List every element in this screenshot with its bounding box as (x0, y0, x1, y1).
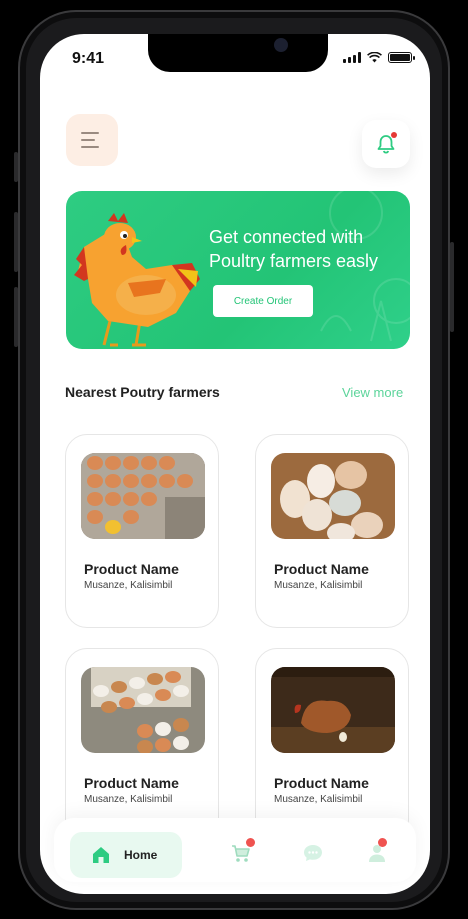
product-location: Musanze, Kalisimbil (274, 794, 363, 805)
home-icon (93, 847, 109, 863)
silent-switch (14, 152, 18, 182)
signal-icon (343, 52, 361, 63)
volume-down-button (14, 287, 18, 347)
cart-badge (246, 838, 255, 847)
menu-button[interactable] (66, 114, 118, 166)
product-card[interactable]: Product Name Musanze, Kalisimbil (255, 648, 409, 842)
bottom-navigation: Home (54, 818, 416, 882)
nav-home-label: Home (124, 848, 158, 862)
eggs-carton-image (81, 667, 205, 753)
eggs-basket-image (271, 453, 395, 539)
product-location: Musanze, Kalisimbil (84, 794, 173, 805)
cartoon-hen-illustration (74, 213, 200, 347)
notification-button[interactable] (362, 120, 410, 168)
view-more-link[interactable]: View more (342, 385, 403, 400)
product-name: Product Name (274, 561, 369, 577)
nav-chat-button[interactable] (302, 842, 328, 868)
chat-icon (304, 845, 322, 861)
nav-profile-button[interactable] (366, 838, 392, 868)
eggs-tray-image (81, 453, 205, 539)
status-bar: 9:41 (40, 34, 430, 82)
status-time: 9:41 (72, 50, 105, 67)
battery-icon (388, 52, 415, 63)
product-card[interactable]: Product Name Musanze, Kalisimbil (255, 434, 409, 628)
profile-badge (378, 838, 387, 847)
app-screen: 9:41 Get connected with Poultry farmers … (40, 34, 430, 894)
status-icons (343, 52, 415, 63)
product-name: Product Name (274, 775, 369, 791)
product-card[interactable]: Product Name Musanze, Kalisimbil (65, 434, 219, 628)
product-card[interactable]: Product Name Musanze, Kalisimbil (65, 648, 219, 842)
create-order-button[interactable]: Create Order (213, 285, 313, 317)
nav-home-button[interactable]: Home (70, 832, 182, 878)
camera-icon (274, 38, 288, 52)
wifi-icon (367, 52, 382, 63)
notification-dot (391, 132, 397, 138)
product-location: Musanze, Kalisimbil (84, 580, 173, 591)
banner-headline: Get connected with Poultry farmers easly (209, 227, 379, 271)
menu-icon (81, 132, 99, 134)
product-name: Product Name (84, 775, 179, 791)
product-name: Product Name (84, 561, 179, 577)
volume-up-button (14, 212, 18, 272)
dynamic-island (148, 34, 328, 72)
power-button (450, 242, 454, 332)
hen-coop-image (271, 667, 395, 753)
product-location: Musanze, Kalisimbil (274, 580, 363, 591)
promo-banner: Get connected with Poultry farmers easly… (66, 191, 410, 349)
section-title: Nearest Poutry farmers (65, 384, 220, 400)
nav-cart-button[interactable] (230, 838, 256, 868)
